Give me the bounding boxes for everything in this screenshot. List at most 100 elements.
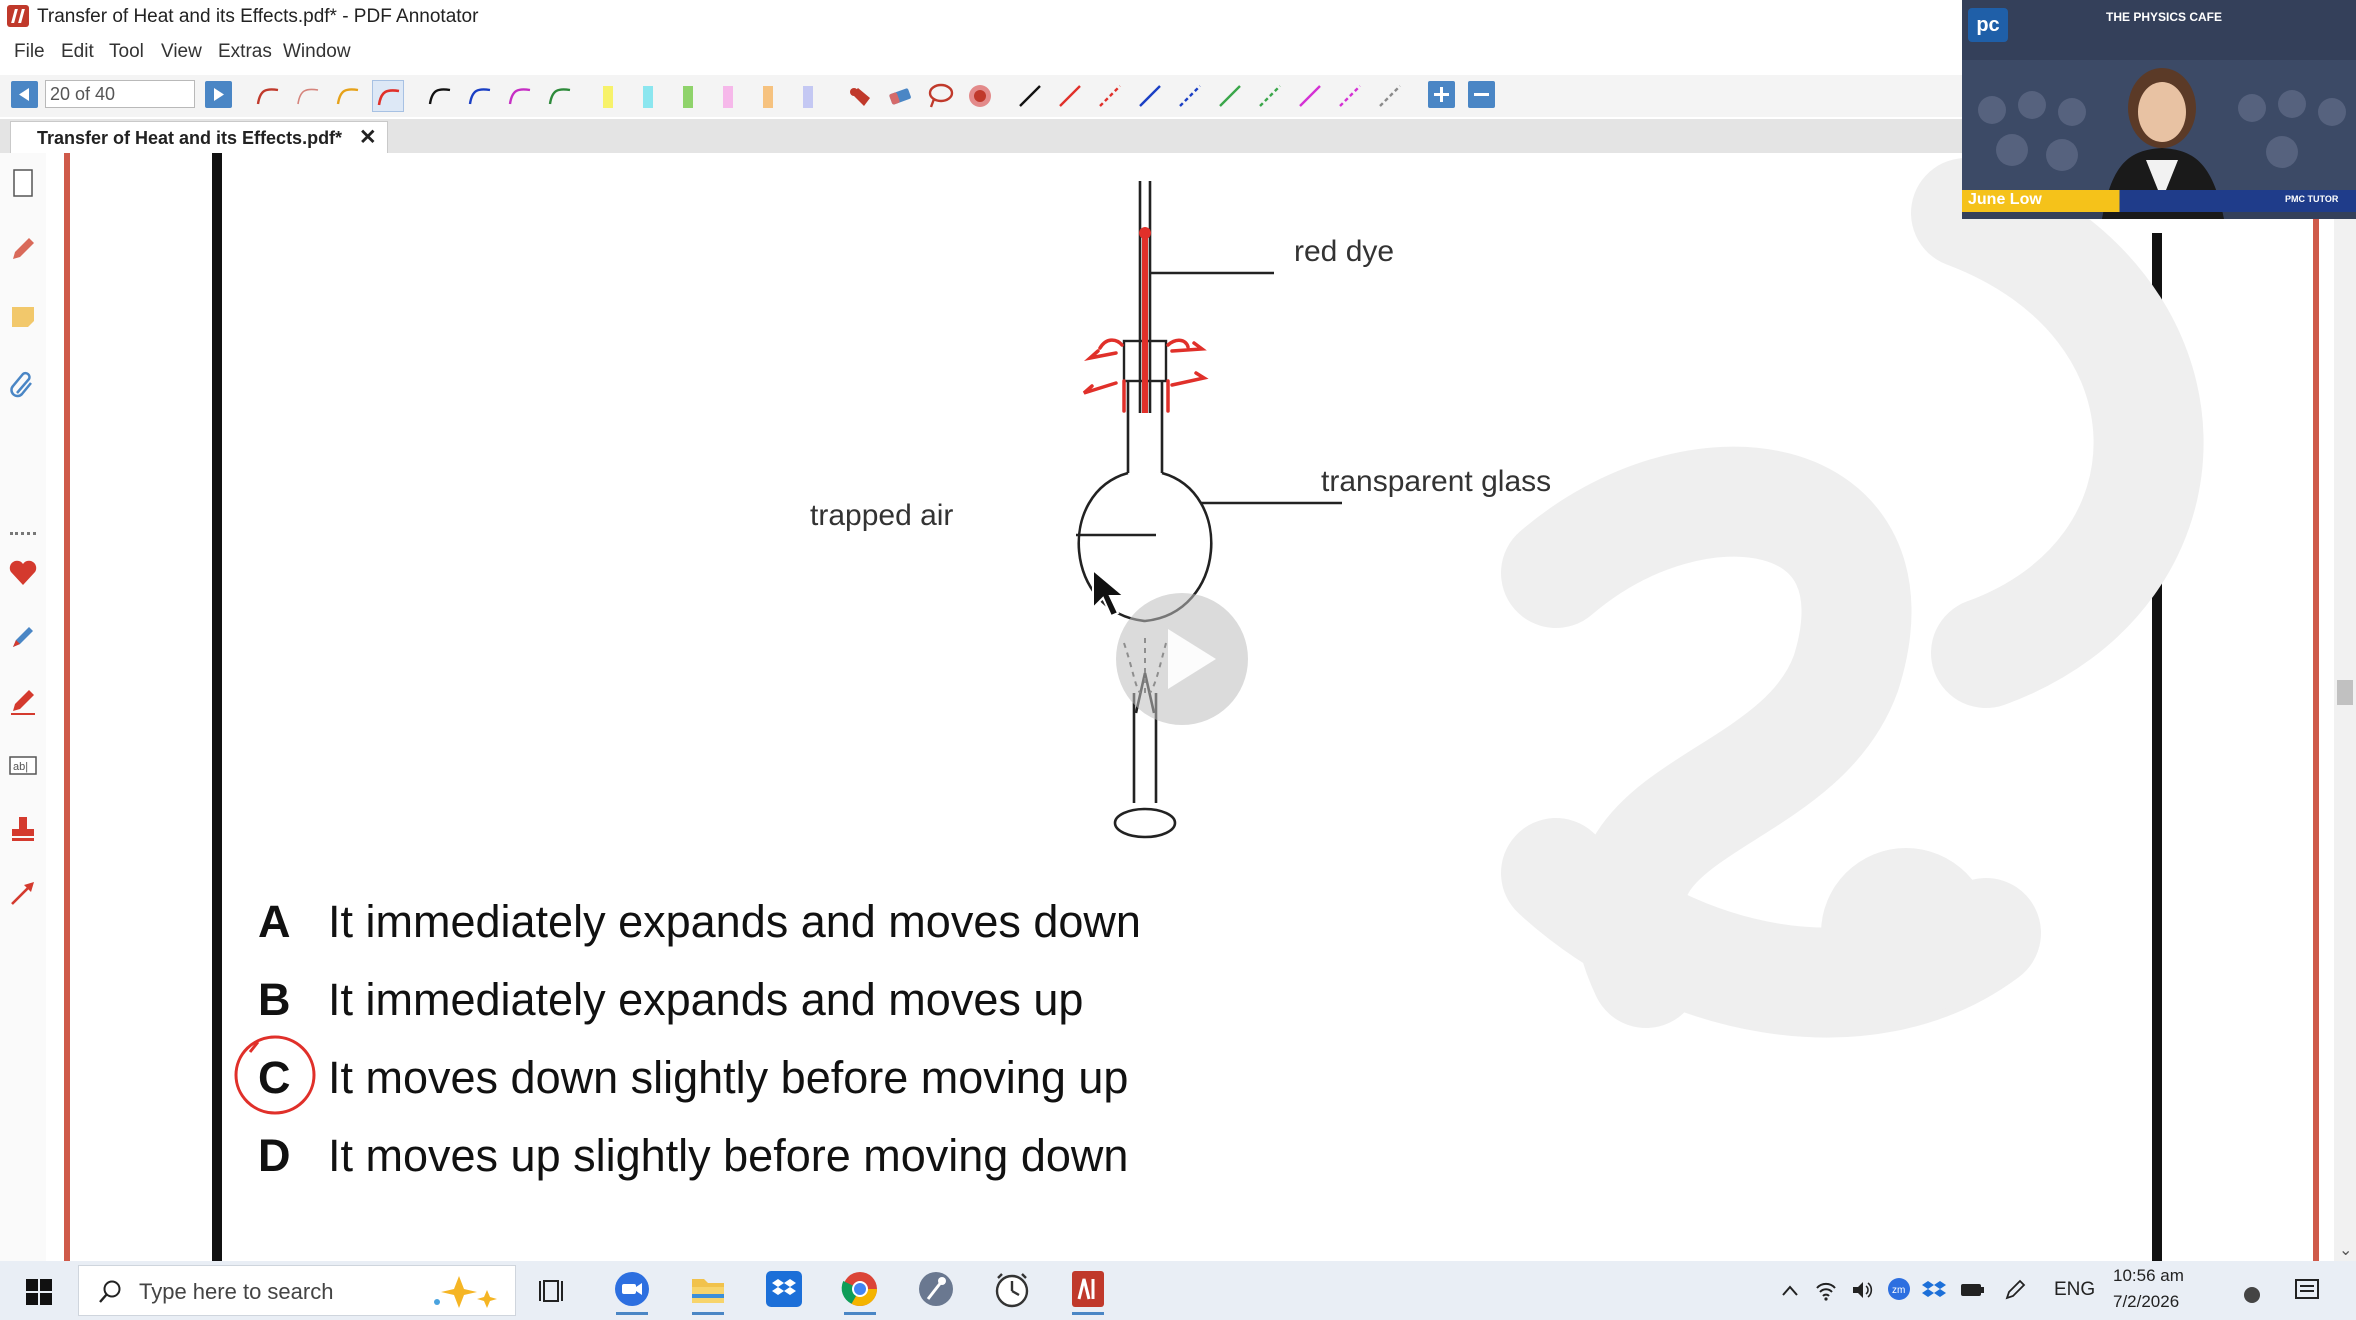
pen-palette-tool[interactable] <box>5 231 41 267</box>
windows-start-icon[interactable] <box>26 1279 52 1305</box>
text-box-icon: ab| <box>9 756 37 775</box>
pen-tool-red-selected[interactable] <box>372 80 404 112</box>
menu-extras[interactable]: Extras <box>218 41 272 63</box>
line-tool-blue[interactable] <box>1134 80 1166 112</box>
favorites-tool[interactable] <box>5 555 41 591</box>
pen-tool-magenta[interactable] <box>504 80 536 112</box>
line-tool-black[interactable] <box>1014 80 1046 112</box>
dashed-line-icon <box>1099 85 1121 107</box>
highlighter-icon <box>803 86 813 108</box>
line-icon <box>1299 85 1321 107</box>
arrow-icon <box>11 882 34 905</box>
highlighter-cyan[interactable] <box>632 80 664 112</box>
line-tool-blue-dashed[interactable] <box>1174 80 1206 112</box>
battery-icon[interactable] <box>1960 1281 1986 1299</box>
highlighter-palette-tool[interactable] <box>5 619 41 655</box>
lasso-tool[interactable] <box>924 80 956 112</box>
hand-tool[interactable] <box>844 80 876 112</box>
pen-tool-black[interactable] <box>424 80 456 112</box>
line-tool-green[interactable] <box>1214 80 1246 112</box>
scrollbar-thumb[interactable] <box>2337 680 2353 705</box>
window-title: Transfer of Heat and its Effects.pdf* - … <box>37 6 479 27</box>
menu-view[interactable]: View <box>161 41 202 63</box>
search-placeholder: Type here to search <box>139 1279 334 1304</box>
line-tool-magenta-dashed[interactable] <box>1334 80 1366 112</box>
webcam-brand-text: THE PHYSICS CAFE <box>2106 10 2223 24</box>
document-viewport[interactable]: red dye transparent glass trapped air A … <box>46 153 2334 1261</box>
zoom-out-button[interactable] <box>1468 81 1495 108</box>
task-view-button[interactable] <box>528 1267 580 1315</box>
next-page-button[interactable] <box>205 81 232 108</box>
dashed-line-icon <box>1379 85 1401 107</box>
zoom-in-button[interactable] <box>1428 81 1455 108</box>
dropbox-app[interactable] <box>758 1267 810 1315</box>
pdf-annotator-taskbar-app[interactable] <box>1062 1267 1114 1315</box>
blank-page-tool[interactable] <box>5 165 41 201</box>
close-tab-icon[interactable]: ✕ <box>359 125 377 150</box>
stamp-palette-tool[interactable] <box>5 811 41 847</box>
menu-bar: File Edit Tool View Extras Window <box>0 37 1962 67</box>
flask-diagram <box>1076 181 1342 839</box>
line-tool-magenta[interactable] <box>1294 80 1326 112</box>
highlighter-yellow[interactable] <box>592 80 624 112</box>
menu-file[interactable]: File <box>14 41 45 63</box>
highlighter-pink[interactable] <box>712 80 744 112</box>
pen-tool-red-2[interactable] <box>292 80 324 112</box>
line-tool-red-dashed[interactable] <box>1094 80 1126 112</box>
page-icon <box>13 169 33 197</box>
answer-letter: B <box>258 974 291 1025</box>
chrome-app[interactable] <box>834 1267 886 1315</box>
line-tool-green-dashed[interactable] <box>1254 80 1286 112</box>
volume-icon[interactable] <box>1850 1279 1874 1301</box>
file-explorer-app[interactable] <box>682 1267 734 1315</box>
menu-edit[interactable]: Edit <box>61 41 94 63</box>
pen-tool-green[interactable] <box>544 80 576 112</box>
eraser-icon <box>889 88 911 105</box>
clock-app[interactable] <box>986 1267 1038 1315</box>
line-tool-gray-dashed[interactable] <box>1374 80 1406 112</box>
taskbar-time[interactable]: 10:56 am <box>2113 1266 2184 1286</box>
dashed-line-icon <box>1179 85 1201 107</box>
heart-icon <box>9 560 37 585</box>
previous-page-button[interactable] <box>11 81 38 108</box>
zoom-tray-icon[interactable]: zm <box>1887 1277 1911 1301</box>
pen-tool-red-1[interactable] <box>252 80 284 112</box>
chevron-up-icon[interactable] <box>1780 1281 1800 1301</box>
highlighter-orange[interactable] <box>752 80 784 112</box>
taskbar-date[interactable]: 7/2/2026 <box>2113 1292 2179 1312</box>
pen-tray-icon[interactable] <box>2003 1278 2027 1302</box>
language-indicator[interactable]: ENG <box>2054 1279 2095 1301</box>
notifications-icon[interactable] <box>2293 1277 2321 1303</box>
mouse-cursor-icon <box>1092 568 1127 618</box>
dropbox-tray-icon[interactable] <box>1922 1278 1946 1300</box>
note-palette-tool[interactable] <box>5 299 41 335</box>
highlighter-green[interactable] <box>672 80 704 112</box>
document-tab[interactable]: Transfer of Heat and its Effects.pdf* ✕ <box>10 121 388 153</box>
line-icon <box>1219 85 1241 107</box>
steam-app[interactable] <box>910 1267 962 1315</box>
text-palette-tool[interactable]: ab| <box>5 747 41 783</box>
menu-tool[interactable]: Tool <box>109 41 144 63</box>
dashed-line-icon <box>1259 85 1281 107</box>
zoom-app[interactable] <box>606 1267 658 1315</box>
arrow-palette-tool[interactable] <box>5 875 41 911</box>
attachment-tool[interactable] <box>5 367 41 403</box>
eraser-tool[interactable] <box>884 80 916 112</box>
stamp-circle-tool[interactable] <box>964 80 996 112</box>
document-tab-label: Transfer of Heat and its Effects.pdf* <box>37 128 343 148</box>
pen-tool-blue[interactable] <box>464 80 496 112</box>
sticky-note-icon <box>12 307 34 327</box>
video-play-button[interactable] <box>1116 593 1248 725</box>
highlighter-lavender[interactable] <box>792 80 824 112</box>
palette-divider <box>10 532 36 535</box>
draw-palette-tool[interactable] <box>5 683 41 719</box>
presenter-name: June Low <box>1968 191 2042 208</box>
page-number-field[interactable] <box>45 80 195 108</box>
taskbar-search-box[interactable]: Type here to search <box>78 1265 516 1316</box>
wifi-icon[interactable] <box>1815 1279 1837 1301</box>
line-tool-red[interactable] <box>1054 80 1086 112</box>
vertical-scrollbar[interactable]: ⌄ <box>2334 153 2356 1261</box>
menu-window[interactable]: Window <box>283 41 351 63</box>
scroll-down-icon[interactable]: ⌄ <box>2339 1240 2352 1260</box>
pen-tool-orange[interactable] <box>332 80 364 112</box>
